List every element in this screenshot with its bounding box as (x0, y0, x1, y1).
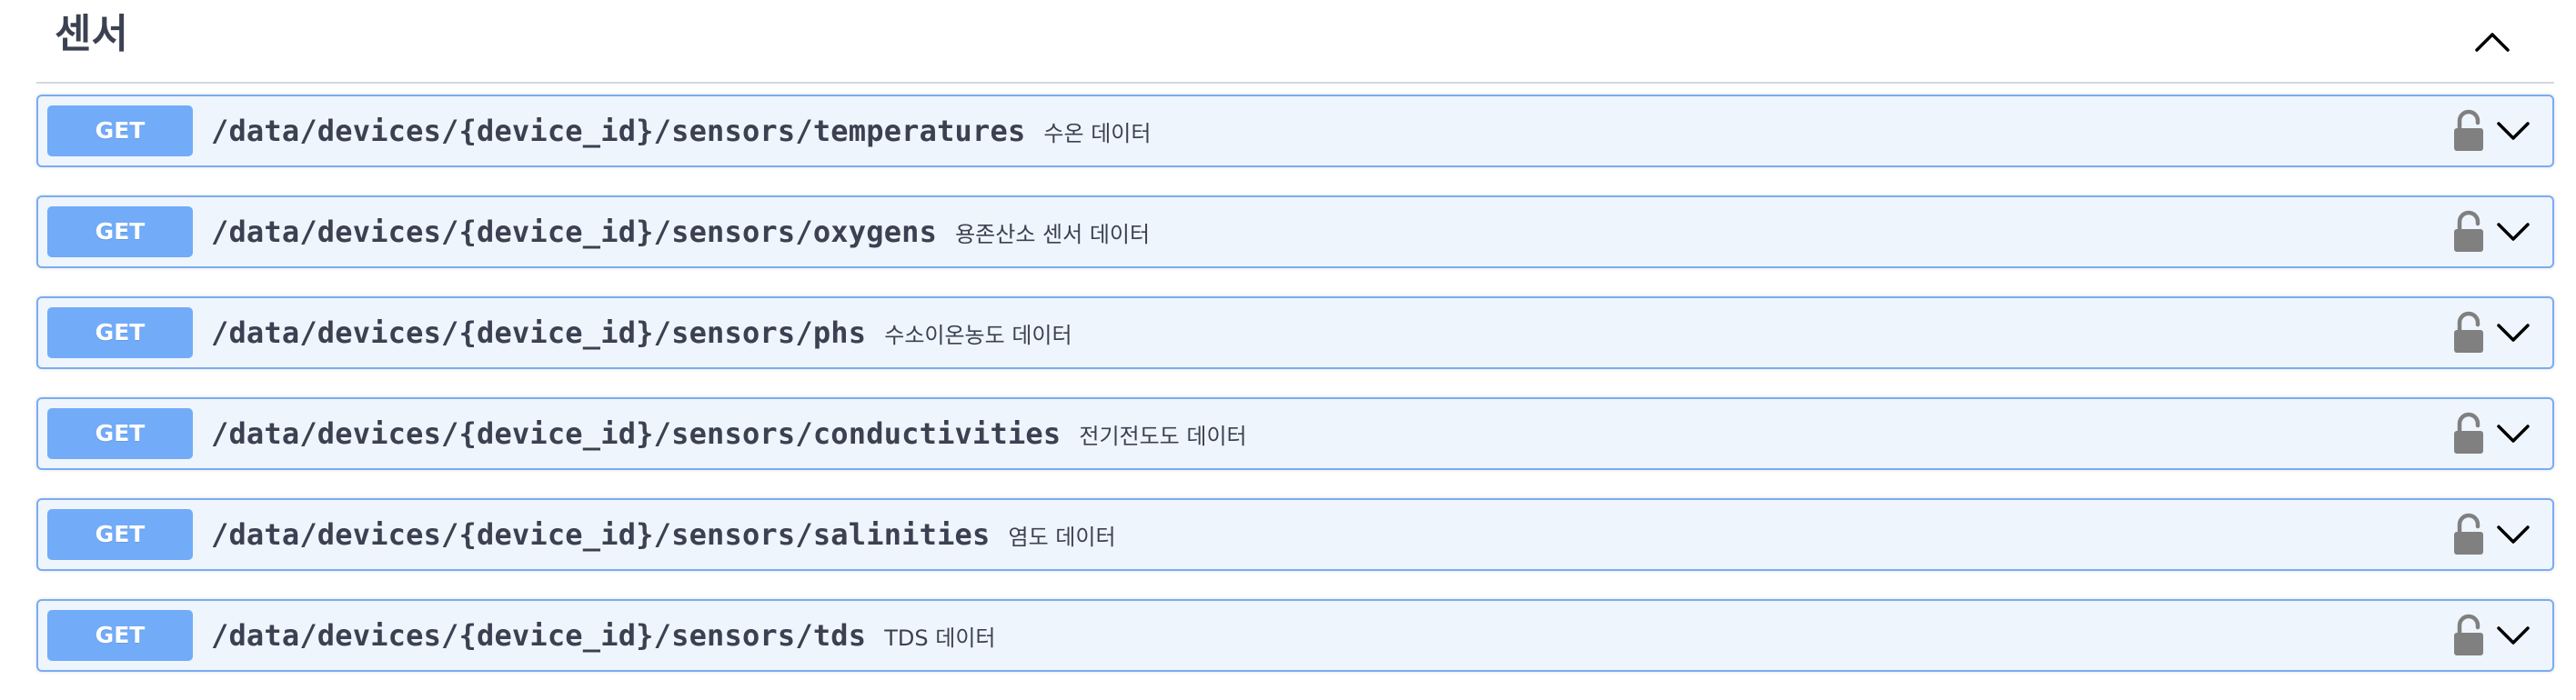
operation-path: /data/devices/{device_id}/sensors/conduc… (211, 416, 1062, 451)
chevron-down-icon[interactable] (2494, 617, 2532, 654)
chevron-down-icon[interactable] (2494, 516, 2532, 553)
method-badge: GET (47, 307, 193, 358)
tag-title: 센서 (55, 11, 128, 57)
operation-path: /data/devices/{device_id}/sensors/phs (211, 315, 867, 350)
method-badge: GET (47, 610, 193, 661)
unlocked-padlock-icon[interactable] (2450, 412, 2487, 455)
collapse-toggle-button[interactable] (2467, 16, 2518, 67)
operation-summary: /data/devices/{device_id}/sensors/conduc… (211, 399, 1247, 468)
chevron-down-icon[interactable] (2494, 113, 2532, 149)
unlocked-padlock-icon[interactable] (2450, 513, 2487, 556)
unlocked-padlock-icon[interactable] (2450, 311, 2487, 355)
chevron-down-icon[interactable] (2494, 214, 2532, 250)
method-badge: GET (47, 206, 193, 257)
method-badge: GET (47, 408, 193, 459)
chevron-up-icon (2475, 33, 2510, 52)
unlocked-padlock-icon[interactable] (2450, 210, 2487, 254)
operation-description: 염도 데이터 (1008, 524, 1116, 550)
tag-section-header[interactable]: 센서 (36, 0, 2554, 84)
operation-block[interactable]: GET /data/devices/{device_id}/sensors/co… (36, 397, 2554, 470)
unlocked-padlock-icon[interactable] (2450, 614, 2487, 657)
operation-description: 용존산소 센서 데이터 (955, 221, 1151, 247)
operation-block[interactable]: GET /data/devices/{device_id}/sensors/ox… (36, 195, 2554, 268)
operation-block[interactable]: GET /data/devices/{device_id}/sensors/ph… (36, 296, 2554, 369)
operation-path: /data/devices/{device_id}/sensors/oxygen… (211, 215, 938, 249)
operation-summary: /data/devices/{device_id}/sensors/temper… (211, 96, 1151, 165)
method-badge: GET (47, 509, 193, 560)
operation-description: 수소이온농도 데이터 (884, 322, 1072, 348)
operation-block[interactable]: GET /data/devices/{device_id}/sensors/te… (36, 95, 2554, 167)
operation-summary: /data/devices/{device_id}/sensors/tds TD… (211, 601, 995, 670)
operation-block[interactable]: GET /data/devices/{device_id}/sensors/td… (36, 599, 2554, 672)
operation-summary: /data/devices/{device_id}/sensors/salini… (211, 500, 1116, 569)
operation-description: TDS 데이터 (884, 625, 996, 651)
chevron-down-icon[interactable] (2494, 315, 2532, 351)
tag-section-sensors: 센서 GET /data/devices/{device_id}/sensors… (36, 0, 2554, 672)
operation-block[interactable]: GET /data/devices/{device_id}/sensors/sa… (36, 498, 2554, 571)
operation-path: /data/devices/{device_id}/sensors/salini… (211, 517, 991, 552)
operations-list: GET /data/devices/{device_id}/sensors/te… (36, 95, 2554, 700)
method-badge: GET (47, 105, 193, 156)
unlocked-padlock-icon[interactable] (2450, 109, 2487, 153)
operation-description: 전기전도도 데이터 (1079, 423, 1247, 449)
operation-path: /data/devices/{device_id}/sensors/tds (211, 618, 867, 653)
operation-description: 수온 데이터 (1043, 120, 1152, 146)
operation-summary: /data/devices/{device_id}/sensors/oxygen… (211, 197, 1150, 266)
chevron-down-icon[interactable] (2494, 415, 2532, 452)
operation-summary: /data/devices/{device_id}/sensors/phs 수소… (211, 298, 1072, 367)
operation-path: /data/devices/{device_id}/sensors/temper… (211, 114, 1026, 148)
